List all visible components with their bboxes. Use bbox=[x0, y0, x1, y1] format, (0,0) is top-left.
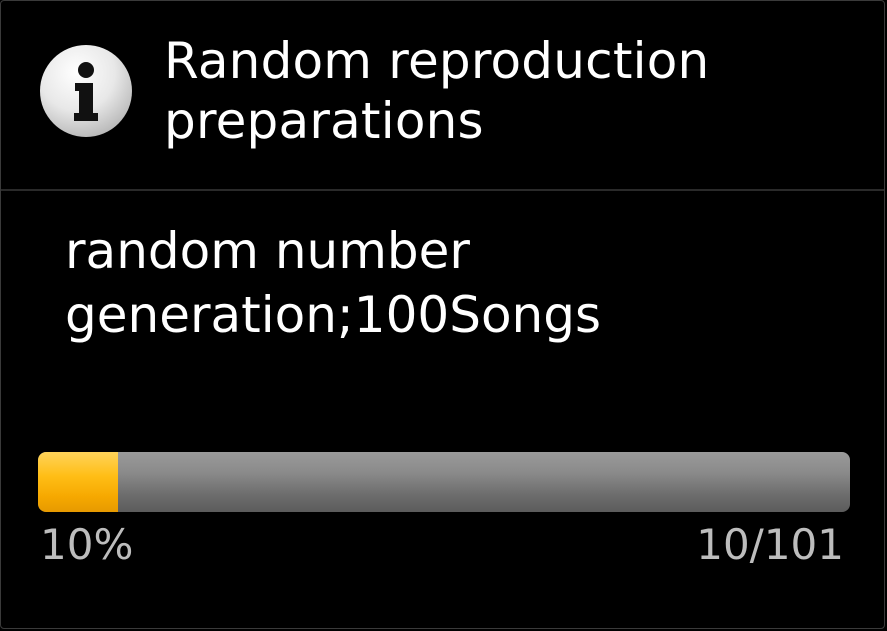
progress-percent: 10% bbox=[40, 520, 134, 569]
progress-dialog: Random reproduction preparations random … bbox=[0, 0, 885, 629]
dialog-title: Random reproduction preparations bbox=[164, 32, 710, 150]
progress-count: 10/101 bbox=[696, 520, 844, 569]
progress-bar-fill bbox=[38, 452, 119, 512]
progress-bar bbox=[38, 452, 850, 512]
info-icon bbox=[40, 45, 132, 137]
dialog-message: random number generation;100Songs bbox=[65, 222, 602, 344]
dialog-header: Random reproduction preparations bbox=[1, 1, 884, 191]
